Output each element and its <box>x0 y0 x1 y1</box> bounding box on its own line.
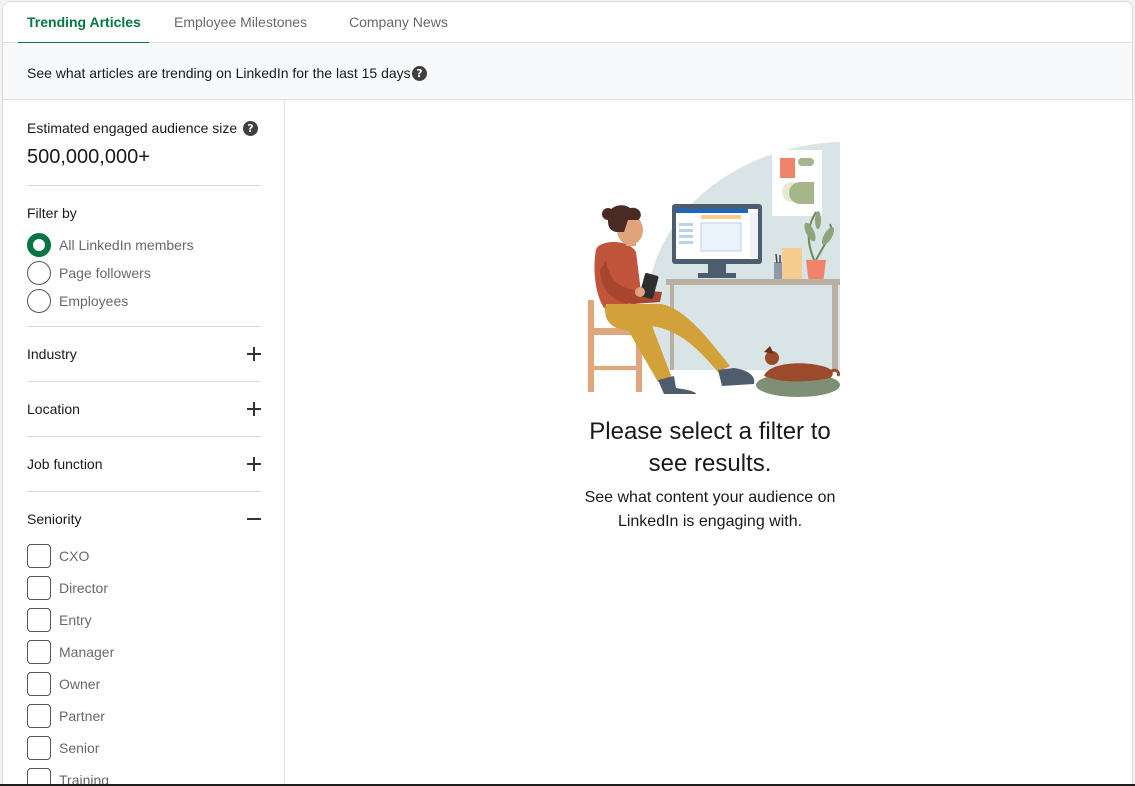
checkbox[interactable] <box>27 640 51 664</box>
checkbox-label: Senior <box>59 740 100 756</box>
checkbox-partner[interactable]: Partner <box>27 704 105 728</box>
info-banner: See what articles are trending on Linked… <box>3 43 1132 100</box>
section-location[interactable]: Location <box>27 381 261 436</box>
empty-state-title-line: see results. <box>648 450 772 477</box>
checkbox-label: CXO <box>59 548 90 564</box>
section-label: Job function <box>27 455 103 472</box>
plus-icon[interactable] <box>247 401 261 416</box>
section-label: Industry <box>27 345 77 362</box>
empty-state-title-line: Please select a filter to <box>589 418 831 445</box>
empty-state-title: Please select a filter to see results. <box>286 416 1132 480</box>
checkbox-training[interactable]: Training <box>27 768 109 784</box>
section-label: Seniority <box>27 510 82 527</box>
empty-state-subtitle-line: LinkedIn is engaging with. <box>617 513 803 530</box>
section-seniority[interactable]: Seniority <box>27 491 261 546</box>
filter-by-heading: Filter by <box>27 205 77 221</box>
radio-page-followers[interactable]: Page followers <box>27 261 151 285</box>
results-panel: Please select a filter to see results. S… <box>286 100 1132 784</box>
checkbox-label: Manager <box>59 644 115 660</box>
empty-state-subtitle: See what content your audience on Linked… <box>286 486 1132 534</box>
question-circle-icon[interactable]: ? <box>243 121 258 136</box>
tab-company-news[interactable]: Company News <box>349 2 448 43</box>
checkbox[interactable] <box>27 608 51 632</box>
minus-icon[interactable] <box>247 512 261 526</box>
tab-bar: Trending Articles Employee Milestones Co… <box>3 2 1132 44</box>
checkbox-senior[interactable]: Senior <box>27 736 99 760</box>
analytics-card: Trending Articles Employee Milestones Co… <box>2 1 1133 785</box>
radio-label: Employees <box>59 293 129 309</box>
checkbox[interactable] <box>27 672 51 696</box>
checkbox-manager[interactable]: Manager <box>27 640 114 664</box>
radio-label: All LinkedIn members <box>59 237 194 253</box>
checkbox[interactable] <box>27 704 51 728</box>
audience-size-label: Estimated engaged audience size <box>27 120 238 136</box>
checkbox-director[interactable]: Director <box>27 576 108 600</box>
person-at-desk-illustration <box>588 142 840 397</box>
checkbox-label: Owner <box>59 676 101 692</box>
divider <box>27 185 261 186</box>
plus-icon[interactable] <box>247 346 261 361</box>
question-circle-icon[interactable]: ? <box>412 66 427 81</box>
plus-icon[interactable] <box>247 456 261 471</box>
radio-label: Page followers <box>59 265 151 281</box>
section-industry[interactable]: Industry <box>27 326 261 381</box>
checkbox[interactable] <box>27 544 51 568</box>
radio-button[interactable] <box>27 261 51 285</box>
checkbox-label: Entry <box>59 612 92 628</box>
section-job-function[interactable]: Job function <box>27 436 261 491</box>
tab-employee-milestones[interactable]: Employee Milestones <box>174 2 307 43</box>
checkbox-label: Partner <box>59 708 105 724</box>
radio-all-linkedin-members[interactable]: All LinkedIn members <box>27 233 194 257</box>
checkbox-owner[interactable]: Owner <box>27 672 100 696</box>
radio-employees[interactable]: Employees <box>27 289 128 313</box>
radio-button[interactable] <box>27 289 51 313</box>
filter-sidebar: Estimated engaged audience size ? 500,00… <box>3 100 285 784</box>
audience-size-value: 500,000,000+ <box>27 146 150 168</box>
checkbox[interactable] <box>27 736 51 760</box>
checkbox[interactable] <box>27 768 51 784</box>
empty-state-subtitle-line: See what content your audience on <box>584 489 836 506</box>
info-text: See what articles are trending on Linked… <box>27 65 411 81</box>
checkbox-entry[interactable]: Entry <box>27 608 92 632</box>
checkbox-label: Director <box>59 580 109 596</box>
section-label: Location <box>27 400 80 417</box>
tab-trending-articles[interactable]: Trending Articles <box>18 2 149 44</box>
checkbox[interactable] <box>27 576 51 600</box>
radio-button[interactable] <box>27 233 51 257</box>
checkbox-cxo[interactable]: CXO <box>27 544 89 568</box>
